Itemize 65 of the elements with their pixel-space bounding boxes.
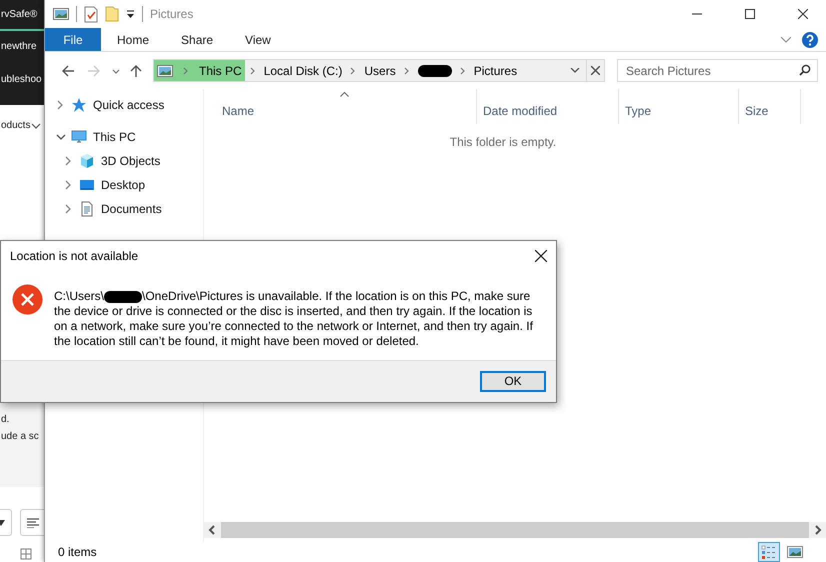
tree-item[interactable]: Desktop <box>45 173 203 197</box>
cube-icon <box>79 153 95 169</box>
redaction-mark <box>104 290 142 303</box>
app-text: ubleshoo <box>1 73 42 87</box>
ribbon-tab[interactable]: Home <box>101 28 166 51</box>
dialog-title: Location is not available <box>10 248 138 265</box>
chevron-down-icon <box>31 120 42 130</box>
align-left-icon <box>27 518 39 528</box>
table-icon[interactable] <box>20 548 32 560</box>
menu-item[interactable]: oducts <box>1 118 30 133</box>
error-message: C:\Users\ \OneDrive\Pictures is unavailable. If the location is on this PC, make sure the device or drive is connected or the disc is inserted, and then try again. If the location is on a network, make sure you’re connected to the network or Internet, and then try again. If the location still can’t be found, it might have been moved or deleted. <box>54 288 534 350</box>
column-header[interactable]: Size <box>739 89 801 124</box>
chevron-down-icon <box>570 68 580 74</box>
back-arrow-icon <box>61 64 75 78</box>
close-icon <box>535 250 547 262</box>
window-title: Pictures <box>150 6 194 23</box>
customize-caret-icon[interactable] <box>126 10 135 18</box>
search-icon <box>799 64 811 76</box>
search-field[interactable]: Search Pictures <box>617 59 818 82</box>
redaction-mark <box>418 64 452 76</box>
breadcrumb-item[interactable]: Local Disk (C:) <box>260 60 346 81</box>
close-icon <box>798 9 808 19</box>
body-text: ude a sc <box>1 430 39 444</box>
chevron-right-icon <box>182 66 190 76</box>
up-arrow-icon <box>129 64 143 78</box>
column-header[interactable]: Name <box>204 89 477 124</box>
star-icon <box>71 97 87 113</box>
error-icon <box>12 284 43 315</box>
properties-icon[interactable] <box>84 6 98 22</box>
chevron-right-icon <box>458 66 467 76</box>
tree-item[interactable]: 3D Objects <box>45 149 203 173</box>
pictures-icon <box>157 64 173 76</box>
breadcrumb-item[interactable]: This PC <box>154 60 245 81</box>
document-icon <box>79 201 95 217</box>
file-tab[interactable]: File <box>45 28 101 51</box>
ribbon-tab[interactable]: View <box>229 28 287 51</box>
chevron-down-icon <box>781 37 791 43</box>
help-icon <box>802 32 818 48</box>
maximize-icon <box>745 9 755 19</box>
align-button[interactable] <box>20 509 44 536</box>
details-icon <box>761 544 777 560</box>
column-header[interactable]: Date modified <box>477 89 619 124</box>
close-icon <box>591 66 600 75</box>
tree-item[interactable]: Quick access <box>45 93 203 117</box>
chevron-right-icon <box>248 66 257 76</box>
ok-button[interactable]: OK <box>480 371 546 392</box>
ribbon-tab[interactable]: Share <box>165 28 230 51</box>
chevron-right-icon <box>402 66 411 76</box>
app-text: newthre <box>1 40 37 54</box>
empty-message: This folder is empty. <box>448 134 558 151</box>
breadcrumb-item[interactable]: Pictures <box>470 60 520 81</box>
column-header[interactable]: Type <box>619 89 739 124</box>
chevron-right-icon <box>349 66 358 76</box>
tree-item[interactable]: Documents <box>45 197 203 221</box>
forward-arrow-icon <box>87 64 101 78</box>
body-text: d. <box>1 413 10 427</box>
details-view-button[interactable] <box>758 542 780 562</box>
tree-item[interactable]: This PC <box>45 125 203 149</box>
computer-icon <box>71 129 87 145</box>
item-count: 0 items <box>58 544 97 561</box>
app-text: rvSafe® <box>1 8 38 22</box>
address-bar[interactable]: This PC Local Disk (C:) Users Pictures <box>153 59 605 82</box>
breadcrumb-item[interactable]: Users <box>361 60 399 81</box>
desktop-icon <box>79 177 95 193</box>
pictures-icon[interactable] <box>53 8 69 20</box>
